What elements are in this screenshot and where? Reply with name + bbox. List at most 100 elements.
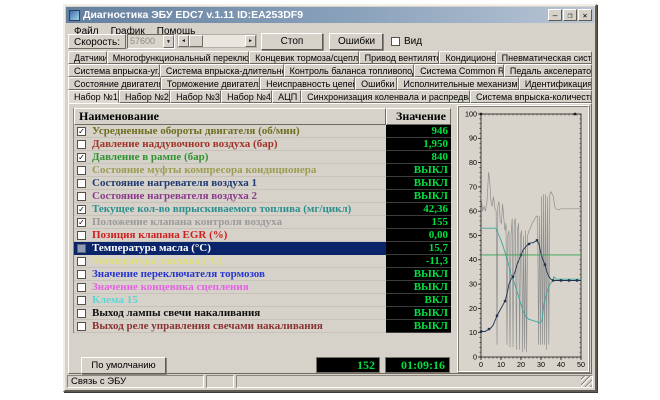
row-checkbox[interactable] — [77, 166, 86, 175]
tab-r2-2[interactable]: Система впрыска-длительность — [160, 64, 284, 77]
row-checkbox[interactable]: ✓ — [77, 205, 86, 214]
errors-button[interactable]: Ошибки — [329, 33, 383, 50]
row-value: ВЫКЛ — [386, 281, 451, 294]
tab-r1-2[interactable]: Многофункциональный переключатель — [107, 51, 249, 64]
resize-grip-icon[interactable] — [581, 376, 592, 387]
tab-r4-2[interactable]: Набор №2 — [119, 90, 170, 103]
table-row[interactable]: Выход реле управления свечами накаливани… — [74, 320, 451, 333]
table-row[interactable]: Значение переключателя тормозовВЫКЛ — [74, 268, 451, 281]
tab-r4-5[interactable]: АЦП — [272, 90, 301, 103]
row-label-cell: Состояние нагревателя воздуха 1 — [74, 177, 386, 190]
column-header-value[interactable]: Значение — [386, 108, 451, 125]
row-label: Усредненные обороты двигателя (об/мин) — [92, 125, 300, 137]
row-checkbox[interactable] — [77, 309, 86, 318]
tab-r4-3[interactable]: Набор №3 — [170, 90, 221, 103]
svg-text:10: 10 — [469, 328, 477, 337]
table-row[interactable]: Клема 15ВКЛ — [74, 294, 451, 307]
table-row[interactable]: ✓ Усредненные обороты двигателя (об/мин) 9… — [74, 125, 451, 138]
table-row[interactable]: ✓ Текущее кол-во впрыскиваемого топлива (… — [74, 203, 451, 216]
row-checkbox[interactable] — [77, 179, 86, 188]
table-row[interactable]: Значение концевика сцепленияВЫКЛ — [74, 281, 451, 294]
svg-text:30: 30 — [469, 280, 477, 289]
tab-r2-1[interactable]: Система впрыска-углы — [68, 64, 160, 77]
tab-r3-6[interactable]: Идентификация — [519, 77, 592, 90]
row-value: 155 — [386, 216, 451, 229]
row-checkbox[interactable]: ✓ — [77, 127, 86, 136]
row-label-cell: Выход лампы свечи накаливания — [74, 307, 386, 320]
row-checkbox[interactable] — [77, 283, 86, 292]
svg-text:50: 50 — [469, 231, 477, 240]
maximize-button[interactable]: ❐ — [563, 9, 577, 21]
tab-r4-1[interactable]: Набор №1 — [68, 90, 119, 103]
tab-r2-4[interactable]: Система Common Rail — [414, 64, 504, 77]
row-checkbox[interactable] — [77, 257, 86, 266]
column-header-name[interactable]: Наименование — [74, 108, 386, 125]
counter-display: 152 — [316, 357, 380, 373]
svg-text:20: 20 — [469, 304, 477, 313]
row-checkbox[interactable] — [77, 322, 86, 331]
tab-r3-2[interactable]: Торможение двигателя — [161, 77, 260, 90]
table-row[interactable]: Давление наддувочного воздуха (бар)1,950 — [74, 138, 451, 151]
view-checkbox[interactable]: Вид — [391, 36, 422, 47]
view-checkbox-box[interactable] — [391, 37, 400, 46]
row-checkbox[interactable]: ✓ — [77, 218, 86, 227]
row-checkbox[interactable] — [77, 192, 86, 201]
speed-scrollbar[interactable]: ◄ ► — [177, 34, 257, 48]
minimize-button[interactable]: – — [548, 9, 562, 21]
close-button[interactable]: ✕ — [578, 9, 592, 21]
row-label: Значение переключателя тормозов — [92, 268, 265, 280]
tab-r2-5[interactable]: Педаль акселератора — [504, 64, 592, 77]
toolbar: Скорость: 57600 ▼ ◄ ► Стоп Ошибки Вид — [68, 32, 592, 50]
tab-row-4: Набор №1Набор №2Набор №3Набор №4АЦПСинхр… — [68, 90, 592, 103]
row-value: ВЫКЛ — [386, 320, 451, 333]
table-row[interactable]: Состояние муфты компресора кондиционераВ… — [74, 164, 451, 177]
tab-r3-3[interactable]: Неисправность цепей — [260, 77, 355, 90]
tab-r3-4[interactable]: Ошибки — [355, 77, 397, 90]
tab-r1-1[interactable]: Датчики — [68, 51, 107, 64]
table-row[interactable]: Температура масла (°C)15,7 — [74, 242, 451, 255]
speed-combobox[interactable]: 57600 ▼ — [127, 34, 175, 49]
row-label-cell: Выход реле управления свечами накаливани… — [74, 320, 386, 333]
tab-r4-4[interactable]: Набор №4 — [221, 90, 272, 103]
row-checkbox[interactable] — [77, 270, 86, 279]
table-row[interactable]: Позиция клапана EGR (%)0,00 — [74, 229, 451, 242]
row-checkbox[interactable] — [77, 244, 86, 253]
row-label-cell: Состояние муфты компресора кондиционера — [74, 164, 386, 177]
table-row[interactable]: Состояние нагревателя воздуха 2ВЫКЛ — [74, 190, 451, 203]
row-checkbox[interactable]: ✓ — [77, 153, 86, 162]
scrollbar-thumb[interactable] — [189, 35, 203, 47]
tab-r1-4[interactable]: Привод вентилятора — [359, 51, 440, 64]
row-label: Состояние муфты компресора кондиционера — [92, 164, 316, 176]
table-row[interactable]: Температура топлива (°C)-11,3 — [74, 255, 451, 268]
tab-r4-6[interactable]: Синхронизация коленвала и распредвала — [301, 90, 470, 103]
scrollbar-track[interactable] — [203, 35, 245, 47]
tab-r1-6[interactable]: Пневматическая система — [496, 51, 592, 64]
status-panel-2 — [206, 375, 234, 388]
tab-page: Наименование Значение ✓ Усредненные оборо… — [68, 103, 592, 374]
window-title: Диагностика ЭБУ EDC7 v.1.11 ID:EA253DF9 — [83, 9, 548, 21]
row-value: 946 — [386, 125, 451, 138]
scroll-left-icon[interactable]: ◄ — [178, 35, 189, 47]
row-checkbox[interactable] — [77, 296, 86, 305]
row-label: Текущее кол-во впрыскиваемого топлива (м… — [92, 203, 351, 215]
row-checkbox[interactable] — [77, 231, 86, 240]
stop-button[interactable]: Стоп — [261, 33, 323, 50]
table-row[interactable]: Состояние нагревателя воздуха 1ВЫКЛ — [74, 177, 451, 190]
titlebar[interactable]: Диагностика ЭБУ EDC7 v.1.11 ID:EA253DF9 … — [66, 7, 594, 23]
row-label-cell: Температура топлива (°C) — [74, 255, 386, 268]
tab-r3-1[interactable]: Состояние двигателя — [68, 77, 161, 90]
chart-panel: 010203040506070809010001020304050 — [457, 105, 590, 373]
scroll-right-icon[interactable]: ► — [245, 35, 256, 47]
tab-r3-5[interactable]: Исполнительные механизмы — [397, 77, 518, 90]
table-row[interactable]: Выход лампы свечи накаливанияВЫКЛ — [74, 307, 451, 320]
row-checkbox[interactable] — [77, 140, 86, 149]
combo-dropdown-icon[interactable]: ▼ — [163, 35, 174, 48]
default-button[interactable]: По умолчанию — [81, 357, 166, 374]
table-row[interactable]: ✓Давление в рампе (бар)840 — [74, 151, 451, 164]
tab-r1-3[interactable]: Концевик тормоза/сцепления — [249, 51, 359, 64]
tab-r2-3[interactable]: Контроль баланса топливоподачи — [284, 64, 414, 77]
tab-r1-5[interactable]: Кондиционер — [439, 51, 495, 64]
tab-r4-7[interactable]: Система впрыска-количество — [470, 90, 592, 103]
table-row[interactable]: ✓Положение клапана контроля воздуха155 — [74, 216, 451, 229]
row-label-cell: ✓ Усредненные обороты двигателя (об/мин) — [74, 125, 386, 138]
